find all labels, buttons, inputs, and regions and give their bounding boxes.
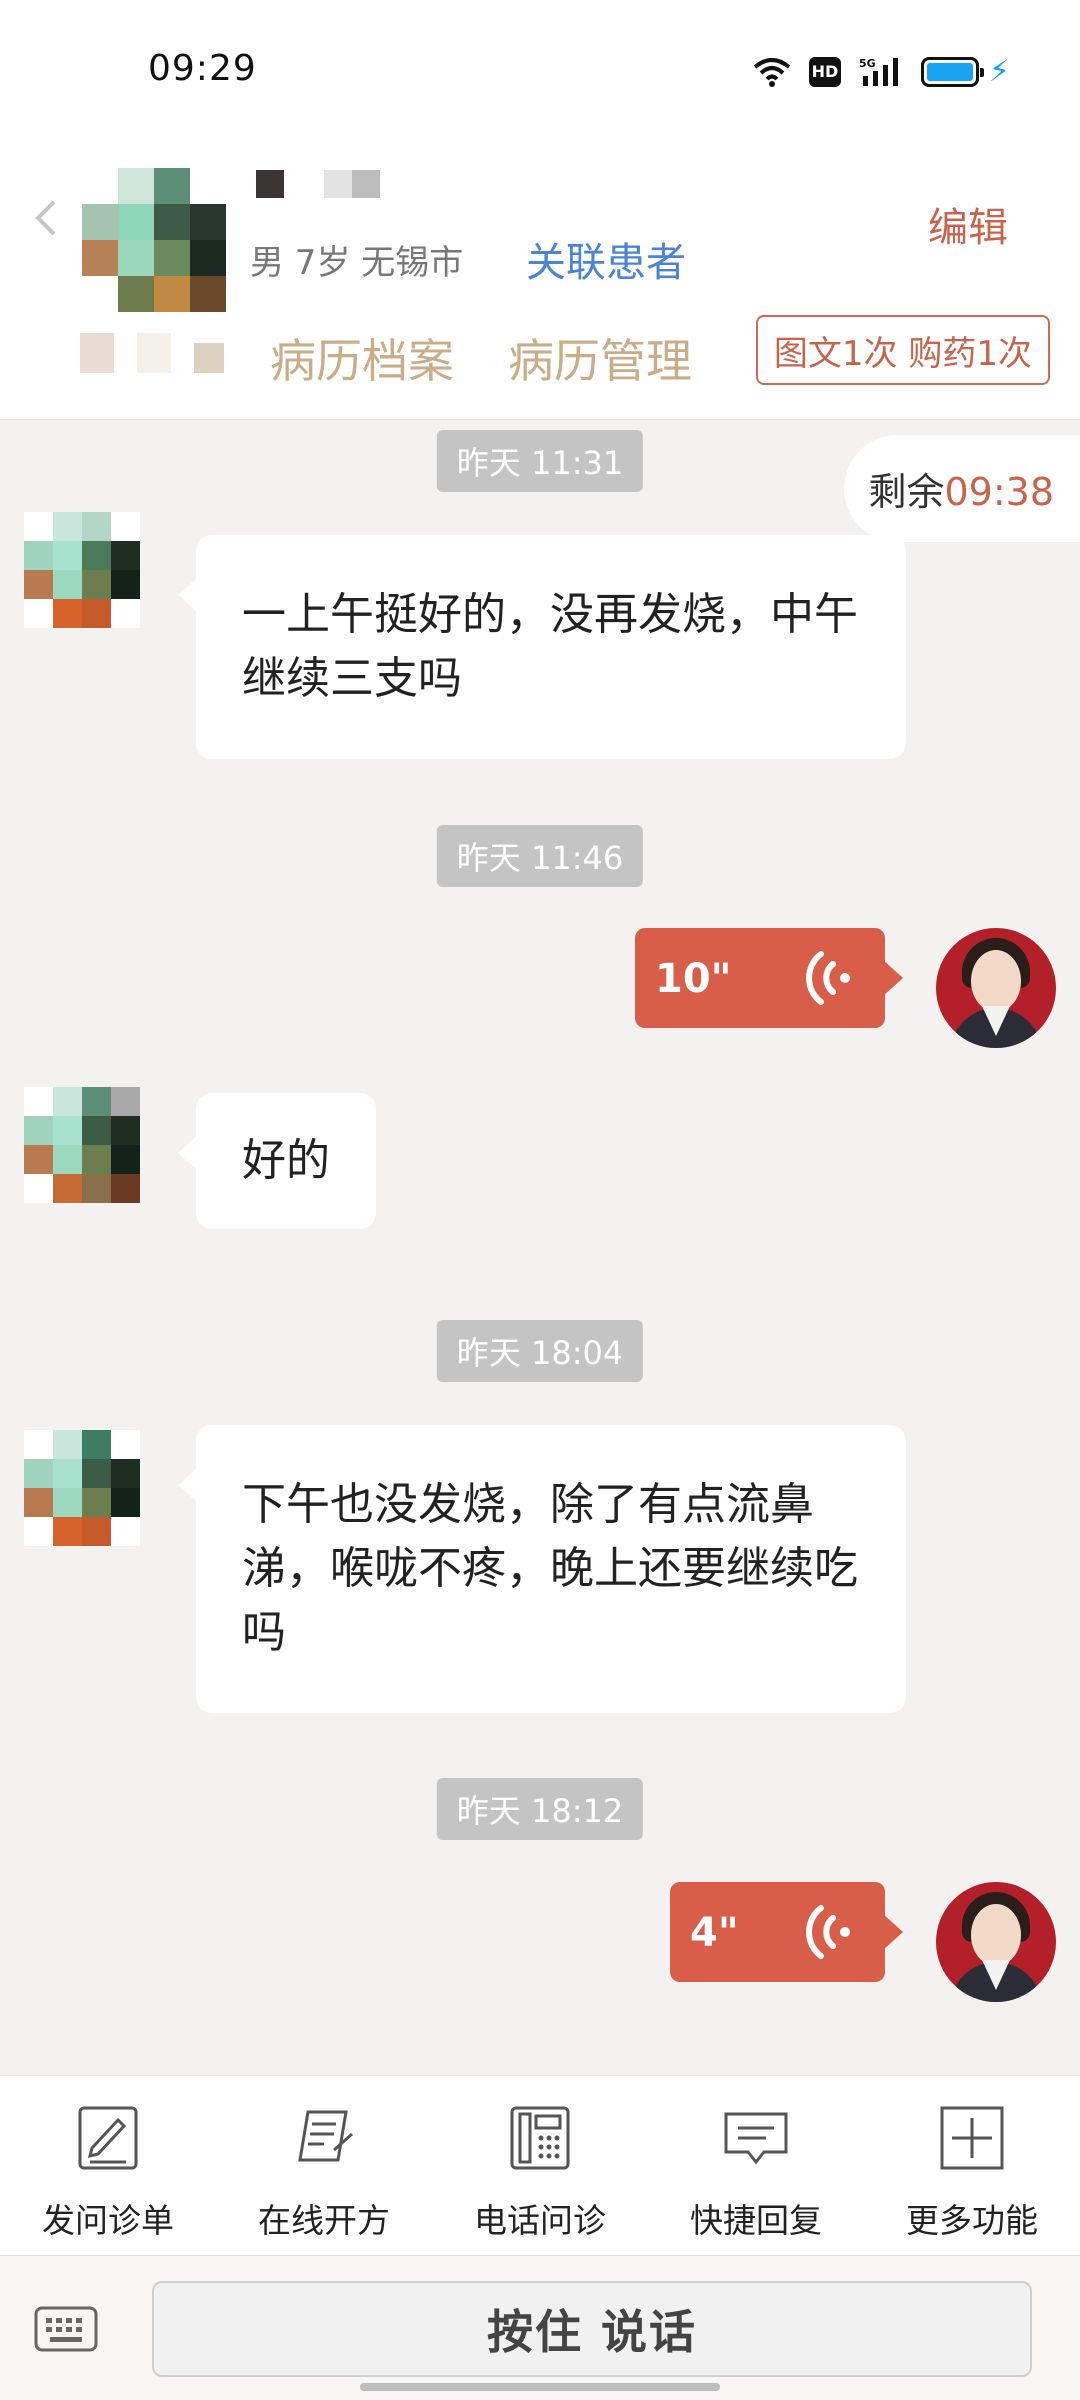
- doctor-avatar[interactable]: [936, 928, 1056, 1048]
- tool-label: 电话问诊: [474, 2201, 606, 2240]
- svg-text:5G: 5G: [859, 57, 876, 70]
- edit-button[interactable]: 编辑: [928, 195, 1008, 253]
- message-bubble[interactable]: 好的: [178, 1093, 376, 1229]
- chat-area[interactable]: 剩余09:38 昨天 11:31 一上午挺好的，没再发烧，中午继续三支吗 昨天 …: [0, 420, 1080, 2075]
- patient-avatar[interactable]: [24, 1087, 140, 1203]
- service-count-badge[interactable]: 图文1次 购药1次: [755, 315, 1050, 385]
- status-time: 09:29: [148, 48, 257, 89]
- patient-avatar[interactable]: [24, 512, 140, 628]
- tool-label: 发问诊单: [42, 2201, 174, 2240]
- link-patient-button[interactable]: 关联患者: [526, 230, 686, 288]
- 5g-signal-icon: 5G: [859, 57, 898, 86]
- chat-header: 男 7岁 无锡市 关联患者 编辑 病历档案 病历管理 图文1次 购药1次: [0, 140, 1080, 420]
- remaining-value: 09:38: [944, 470, 1054, 514]
- patient-avatar[interactable]: [82, 168, 226, 312]
- tab-record-management[interactable]: 病历管理: [508, 325, 692, 391]
- voice-wave-icon: [806, 951, 850, 1005]
- tab-medical-records[interactable]: 病历档案: [270, 325, 454, 391]
- quick-reply-icon: [724, 2112, 788, 2165]
- form-edit-icon: [78, 2106, 138, 2170]
- quick-reply-button[interactable]: 快捷回复: [648, 2076, 864, 2256]
- timestamp: 昨天 18:04: [436, 1320, 644, 1382]
- input-bar: 按住 说话: [0, 2255, 1080, 2400]
- action-toolbar: 发问诊单 在线开方 电话问诊 快捷回复 更多功能: [0, 2075, 1080, 2255]
- patient-name-redacted: [256, 170, 380, 198]
- voice-message[interactable]: 10": [635, 928, 903, 1028]
- hd-icon: HD: [808, 56, 841, 87]
- status-icons: HD 5G ⚡: [753, 54, 1010, 89]
- send-inquiry-form-button[interactable]: 发问诊单: [0, 2076, 216, 2256]
- keyboard-icon[interactable]: [34, 2304, 98, 2354]
- doctor-avatar[interactable]: [936, 1882, 1056, 2002]
- prescription-icon: [298, 2110, 353, 2162]
- voice-duration: 10": [655, 956, 732, 1002]
- remaining-time-badge: 剩余09:38: [844, 435, 1080, 542]
- tool-label: 更多功能: [906, 2201, 1038, 2240]
- message-bubble[interactable]: 下午也没发烧，除了有点流鼻涕，喉咙不疼，晚上还要继续吃吗: [178, 1425, 906, 1713]
- hold-to-talk-button[interactable]: 按住 说话: [152, 2281, 1032, 2377]
- phone-icon: [510, 2106, 570, 2170]
- header-tabs: 病历档案 病历管理 图文1次 购药1次: [0, 315, 1080, 397]
- timestamp: 昨天 18:12: [436, 1778, 644, 1840]
- status-bar: 09:29 HD 5G ⚡: [0, 0, 1080, 140]
- phone-consult-button[interactable]: 电话问诊: [432, 2076, 648, 2256]
- message-bubble[interactable]: 一上午挺好的，没再发烧，中午继续三支吗: [178, 535, 906, 759]
- tool-label: 在线开方: [258, 2201, 390, 2240]
- tool-label: 快捷回复: [690, 2201, 822, 2240]
- tab-redacted[interactable]: [80, 333, 230, 383]
- patient-meta: 男 7岁 无锡市: [250, 243, 464, 283]
- voice-wave-icon: [806, 1905, 850, 1959]
- home-indicator[interactable]: [360, 2383, 720, 2391]
- timestamp: 昨天 11:31: [436, 430, 644, 492]
- plus-icon: [940, 2106, 1004, 2170]
- battery-icon: [920, 56, 984, 87]
- voice-duration: 4": [690, 1910, 739, 1956]
- voice-message[interactable]: 4": [670, 1882, 903, 1982]
- remaining-label: 剩余: [868, 470, 945, 514]
- patient-avatar[interactable]: [24, 1430, 140, 1546]
- more-functions-button[interactable]: 更多功能: [864, 2076, 1080, 2256]
- timestamp: 昨天 11:46: [436, 825, 644, 887]
- charging-icon: ⚡: [988, 54, 1010, 89]
- wifi-icon: [753, 57, 791, 87]
- back-arrow-icon[interactable]: [34, 198, 58, 238]
- online-prescription-button[interactable]: 在线开方: [216, 2076, 432, 2256]
